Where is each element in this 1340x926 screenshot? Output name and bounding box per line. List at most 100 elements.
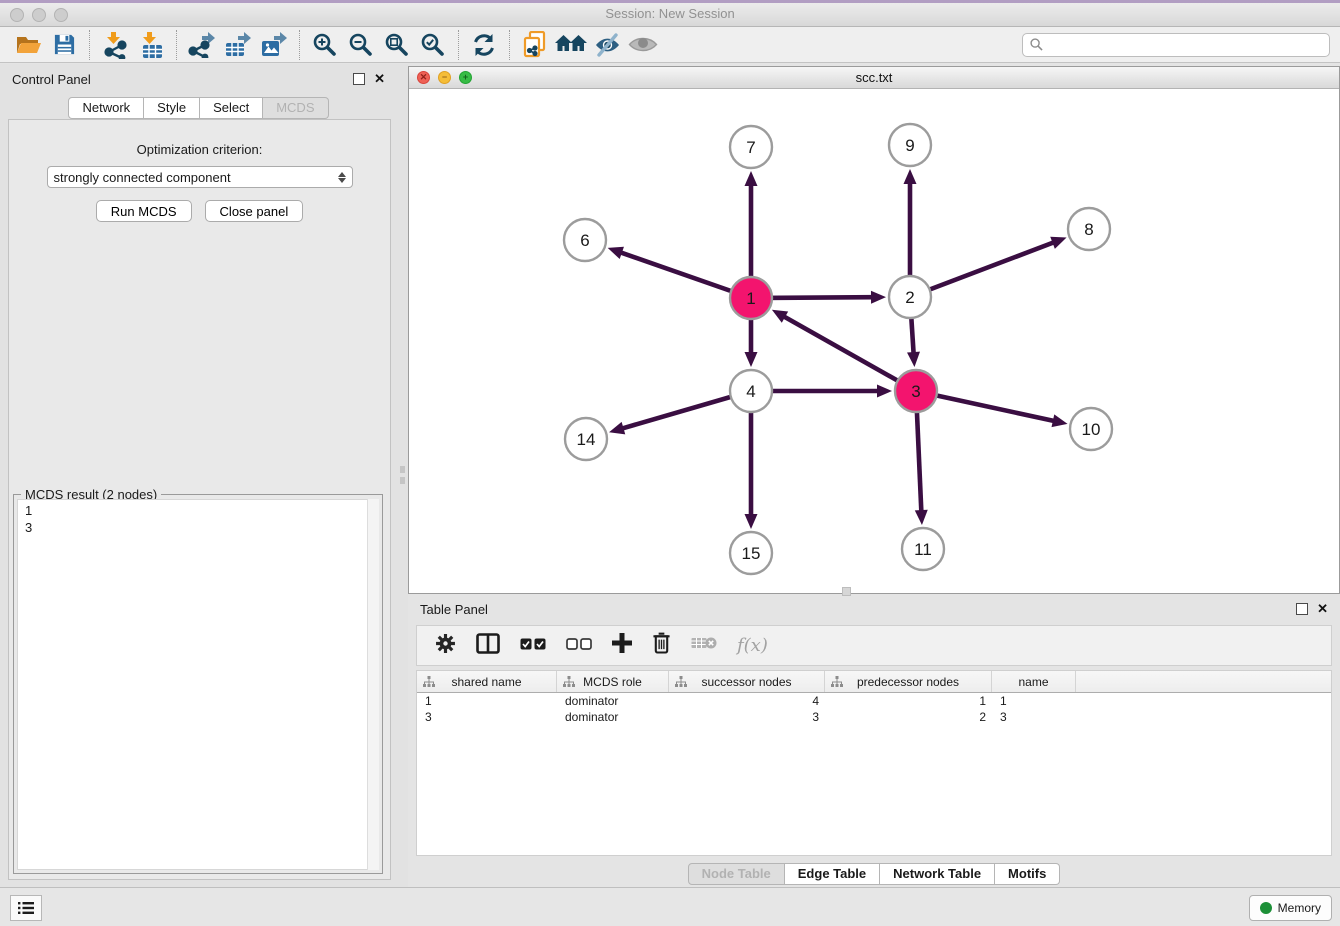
toolbar-separator — [458, 30, 459, 60]
canvas-resize-grip[interactable] — [842, 587, 851, 596]
zoom-fit-button[interactable] — [379, 29, 415, 61]
tab-select[interactable]: Select — [200, 97, 263, 119]
table-cell[interactable]: 3 — [992, 709, 1076, 725]
home-button[interactable] — [553, 29, 589, 61]
hide-graphics-button[interactable] — [589, 29, 625, 61]
table-cell[interactable]: 4 — [669, 693, 825, 709]
memory-button[interactable]: Memory — [1249, 895, 1332, 921]
show-graphics-button[interactable] — [625, 29, 661, 61]
panel-divider-vertical[interactable] — [397, 64, 408, 888]
graph-node-7[interactable]: 7 — [730, 126, 772, 168]
save-session-button[interactable] — [46, 29, 82, 61]
import-table-button[interactable] — [133, 29, 169, 61]
open-session-button[interactable] — [10, 29, 46, 61]
refresh-button[interactable] — [466, 29, 502, 61]
export-network-button[interactable] — [184, 29, 220, 61]
edge-3-1[interactable] — [772, 310, 916, 391]
column-header-name[interactable]: name — [992, 671, 1076, 692]
column-header-shared-name[interactable]: shared name — [417, 671, 557, 692]
tab-style[interactable]: Style — [144, 97, 200, 119]
graph-node-15[interactable]: 15 — [730, 532, 772, 574]
minimize-network-icon[interactable]: − — [438, 71, 451, 84]
delete-table-button[interactable] — [691, 636, 717, 655]
float-table-panel-icon[interactable] — [1296, 603, 1308, 615]
table-tab-motifs[interactable]: Motifs — [995, 863, 1060, 885]
network-graph[interactable]: 1 2 3 4 6 7 8 9 10 11 14 15 — [409, 89, 1337, 592]
graph-node-14[interactable]: 14 — [565, 418, 607, 460]
graph-node-3[interactable]: 3 — [895, 370, 937, 412]
table-cell[interactable]: 1 — [825, 693, 992, 709]
eye-icon — [628, 35, 658, 54]
graph-node-8[interactable]: 8 — [1068, 208, 1110, 250]
export-table-icon — [224, 31, 252, 58]
new-network-file-button[interactable] — [517, 29, 553, 61]
zoom-out-button[interactable] — [343, 29, 379, 61]
edge-3-10[interactable] — [916, 391, 1068, 427]
graph-node-2[interactable]: 2 — [889, 276, 931, 318]
export-image-button[interactable] — [256, 29, 292, 61]
float-panel-icon[interactable] — [353, 73, 365, 85]
table-cell[interactable]: dominator — [557, 709, 669, 725]
mcds-result-text[interactable]: 13 — [17, 499, 379, 870]
search-field-wrap[interactable] — [1022, 33, 1330, 57]
maximize-network-icon[interactable]: + — [459, 71, 472, 84]
network-canvas[interactable]: 1 2 3 4 6 7 8 9 10 11 14 15 — [409, 89, 1339, 593]
table-tab-edge-table[interactable]: Edge Table — [785, 863, 880, 885]
delete-column-button[interactable] — [652, 632, 671, 659]
function-builder-button[interactable]: f(x) — [737, 635, 768, 656]
close-network-icon[interactable]: ✕ — [417, 71, 430, 84]
table-tab-network-table[interactable]: Network Table — [880, 863, 995, 885]
result-scrollbar[interactable] — [367, 499, 379, 870]
open-folder-icon — [15, 33, 42, 57]
table-row[interactable]: 1dominator411 — [417, 693, 1331, 709]
maximize-window-icon[interactable] — [54, 8, 68, 22]
table-cell[interactable]: 1 — [992, 693, 1076, 709]
close-panel-icon[interactable]: ✕ — [374, 74, 385, 84]
task-history-button[interactable] — [10, 895, 42, 921]
table-cell[interactable]: 2 — [825, 709, 992, 725]
deselect-all-button[interactable] — [566, 637, 592, 655]
zoom-selected-button[interactable] — [415, 29, 451, 61]
close-window-icon[interactable] — [10, 8, 24, 22]
split-panel-button[interactable] — [476, 633, 500, 659]
table-tab-node-table[interactable]: Node Table — [688, 863, 785, 885]
edge-1-6[interactable] — [608, 247, 751, 298]
graph-node-4[interactable]: 4 — [730, 370, 772, 412]
table-cell[interactable]: dominator — [557, 693, 669, 709]
close-table-panel-icon[interactable]: ✕ — [1317, 604, 1328, 614]
zoom-in-icon — [312, 32, 338, 58]
column-header-predecessor-nodes[interactable]: predecessor nodes — [825, 671, 992, 692]
graph-node-11[interactable]: 11 — [902, 528, 944, 570]
table-row[interactable]: 3dominator323 — [417, 709, 1331, 725]
network-window-titlebar[interactable]: ✕ − + scc.txt — [409, 67, 1339, 89]
tab-network[interactable]: Network — [68, 97, 144, 119]
table-cell[interactable]: 3 — [669, 709, 825, 725]
minimize-window-icon[interactable] — [32, 8, 46, 22]
close-panel-button[interactable]: Close panel — [205, 200, 304, 222]
graph-node-10[interactable]: 10 — [1070, 408, 1112, 450]
column-header-successor-nodes[interactable]: successor nodes — [669, 671, 825, 692]
run-mcds-button[interactable]: Run MCDS — [96, 200, 192, 222]
status-bar: Memory — [0, 887, 1340, 926]
window-controls-inactive[interactable] — [10, 8, 68, 22]
graph-node-1[interactable]: 1 — [730, 277, 772, 319]
search-input[interactable] — [1048, 37, 1322, 53]
graph-node-9[interactable]: 9 — [889, 124, 931, 166]
graph-node-6[interactable]: 6 — [564, 219, 606, 261]
edge-2-8[interactable] — [910, 237, 1067, 297]
select-all-button[interactable] — [520, 637, 546, 655]
svg-text:4: 4 — [746, 382, 755, 401]
toolbar-separator — [176, 30, 177, 60]
table-cell[interactable]: 1 — [417, 693, 557, 709]
export-table-button[interactable] — [220, 29, 256, 61]
tab-mcds[interactable]: MCDS — [263, 97, 328, 119]
column-header-mcds-role[interactable]: MCDS role — [557, 671, 669, 692]
zoom-in-button[interactable] — [307, 29, 343, 61]
add-column-button[interactable] — [612, 633, 632, 658]
table-settings-button[interactable] — [435, 633, 456, 659]
import-network-button[interactable] — [97, 29, 133, 61]
edge-4-14[interactable] — [609, 391, 751, 434]
criterion-select[interactable]: strongly connected component — [47, 166, 353, 188]
table-cell[interactable]: 3 — [417, 709, 557, 725]
zoom-out-icon — [348, 32, 374, 58]
